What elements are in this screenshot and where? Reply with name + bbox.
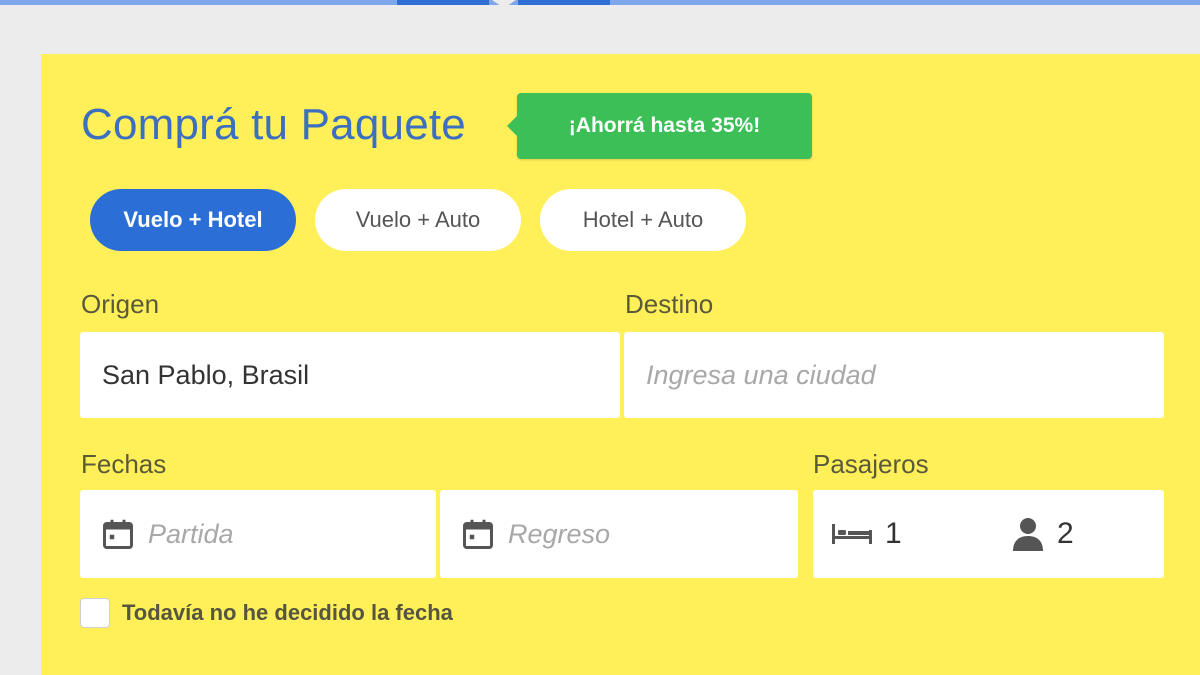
people-count[interactable]: 2 bbox=[1011, 516, 1074, 552]
origin-label: Origen bbox=[81, 289, 160, 319]
undecided-dates-checkbox[interactable] bbox=[80, 598, 110, 628]
dates-label: Fechas bbox=[81, 449, 167, 479]
destination-input[interactable] bbox=[624, 332, 1164, 418]
promo-badge: ¡Ahorrá hasta 35%! bbox=[507, 93, 812, 159]
passengers-label: Pasajeros bbox=[813, 449, 929, 479]
person-icon bbox=[1013, 518, 1043, 551]
top-nav-active-segment bbox=[397, 0, 489, 5]
people-value: 2 bbox=[1057, 517, 1074, 550]
top-nav-active-segment bbox=[518, 0, 610, 5]
top-nav-bar bbox=[0, 0, 1200, 8]
undecided-dates-row[interactable]: Todavía no he decidido la fecha bbox=[80, 598, 453, 628]
rooms-value: 1 bbox=[885, 517, 902, 550]
destination-field bbox=[624, 332, 1164, 418]
package-search-panel: Comprá tu Paquete ¡Ahorrá hasta 35%! Vue… bbox=[41, 54, 1200, 675]
tab-vuelo-auto[interactable]: Vuelo + Auto bbox=[315, 189, 521, 251]
origin-input[interactable] bbox=[80, 332, 620, 418]
origin-field bbox=[80, 332, 620, 418]
undecided-dates-label[interactable]: Todavía no he decidido la fecha bbox=[122, 600, 453, 626]
return-date-field[interactable] bbox=[440, 490, 798, 578]
bed-icon bbox=[832, 524, 872, 544]
departure-date-field[interactable] bbox=[80, 490, 436, 578]
calendar-icon bbox=[463, 519, 493, 549]
calendar-icon bbox=[103, 519, 133, 549]
tab-vuelo-hotel[interactable]: Vuelo + Hotel bbox=[90, 189, 296, 251]
departure-date-input[interactable] bbox=[136, 490, 436, 578]
page-title: Comprá tu Paquete bbox=[81, 100, 466, 149]
return-date-input[interactable] bbox=[496, 490, 798, 578]
tab-hotel-auto[interactable]: Hotel + Auto bbox=[540, 189, 746, 251]
rooms-count[interactable]: 1 bbox=[831, 517, 902, 551]
passengers-field[interactable]: 1 2 bbox=[813, 490, 1164, 578]
destination-label: Destino bbox=[625, 289, 714, 319]
top-nav-pointer bbox=[492, 0, 516, 8]
